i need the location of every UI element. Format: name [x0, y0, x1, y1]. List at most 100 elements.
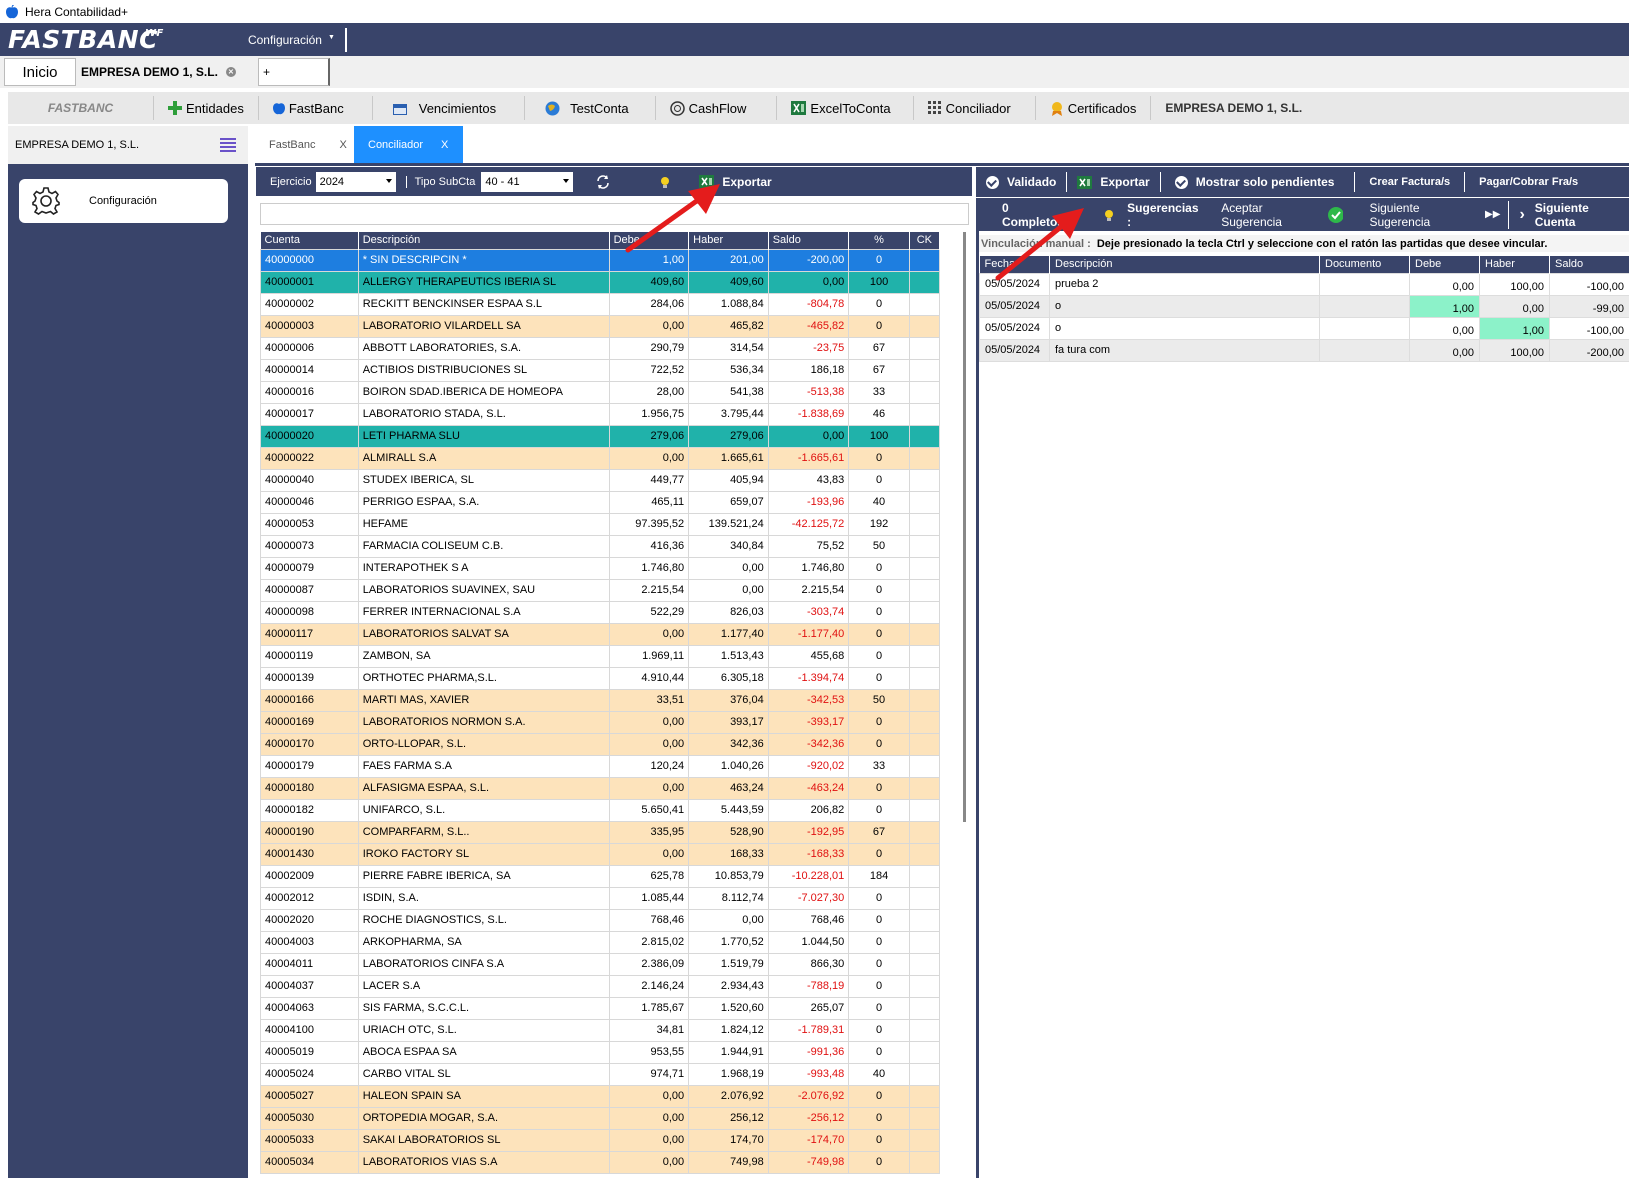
- close-tab-icon[interactable]: ✕: [225, 67, 236, 77]
- close-icon[interactable]: X: [441, 139, 448, 151]
- tipo-subcta-select[interactable]: 40 - 41: [481, 171, 574, 192]
- accept-suggestion-button[interactable]: Aceptar Sugerencia: [1221, 201, 1344, 229]
- col-ck[interactable]: CK: [909, 232, 941, 249]
- table-row[interactable]: 40000053 HEFAME 97.395,52 139.521,24 -42.125…: [260, 512, 941, 536]
- table-row[interactable]: 40005030 ORTOPEDIA MOGAR, S.A. 0,00 256,12-…: [260, 1106, 941, 1130]
- table-row[interactable]: 40000139 ORTHOTEC PHARMA,S.L. 4.910,44 6.30…: [260, 666, 941, 690]
- cell-haber: 5.443,59: [688, 798, 769, 822]
- table-row[interactable]: 40001430 IROKO FACTORY SL 0,00 168,33 -168,3…: [260, 842, 941, 866]
- table-row[interactable]: 40005019 ABOCA ESPAA SA 953,55 1.944,91 -991…: [260, 1040, 941, 1064]
- table-row[interactable]: 05/05/2024 o 0,00 1,00 -100,00: [979, 316, 1629, 340]
- table-row[interactable]: 40000087 LABORATORIOS SUAVINEX, SAU 2.215,…: [260, 578, 941, 602]
- nav-vencimientos[interactable]: Vencimientos: [373, 96, 526, 120]
- configuration-menu[interactable]: Configuración ▼: [248, 27, 347, 52]
- nav-entidades[interactable]: Entidades: [154, 96, 259, 120]
- table-row[interactable]: 40000179 FAES FARMA S.A 120,24 1.040,26 -920…: [260, 754, 941, 778]
- table-row[interactable]: 40000000 * SIN DESCRIPCIN * 1,00 201,00 -200…: [260, 248, 941, 272]
- nav-testconta[interactable]: TestConta: [525, 96, 656, 120]
- table-row[interactable]: 40004037 LACER S.A 2.146,24 2.934,43 -788,19…: [260, 974, 941, 998]
- cell-haber: 0,00: [688, 556, 769, 580]
- table-row[interactable]: 40000001 ALLERGY THERAPEUTICS IBERIA SL 40…: [260, 270, 941, 294]
- tab-inicio[interactable]: Inicio: [4, 58, 76, 86]
- cell-haber: 541,38: [688, 380, 769, 404]
- cell-cuenta: 40000002: [260, 292, 359, 316]
- table-row[interactable]: 40005033 SAKAI LABORATORIOS SL 0,00 174,70-…: [260, 1128, 941, 1152]
- close-icon[interactable]: X: [339, 139, 346, 151]
- pagar-cobrar-button[interactable]: Pagar/Cobrar Fra/s: [1465, 172, 1588, 192]
- table-row[interactable]: 40000003 LABORATORIO VILARDELL SA 0,00 465,…: [260, 314, 941, 338]
- nav-conciliador[interactable]: Conciliador: [914, 96, 1036, 120]
- filter-bar[interactable]: [260, 203, 969, 225]
- col-documento[interactable]: Documento: [1319, 256, 1410, 273]
- table-row[interactable]: 40000017 LABORATORIO STADA, S.L. 1.956,75 3…: [260, 402, 941, 426]
- next-suggestion-button[interactable]: Siguiente Sugerencia ▶▶: [1369, 200, 1510, 229]
- col-saldo[interactable]: Saldo: [768, 232, 850, 249]
- crear-factura-button[interactable]: Crear Factura/s: [1355, 172, 1466, 192]
- tab-fastbanc[interactable]: FastBanc X: [255, 126, 347, 163]
- table-row[interactable]: 40000020 LETI PHARMA SLU 279,06 279,06 0,00 1…: [260, 424, 941, 448]
- col-debe[interactable]: Debe: [1409, 256, 1480, 273]
- table-row[interactable]: 40000002 RECKITT BENCKINSER ESPAA S.L 284,…: [260, 292, 941, 316]
- nav-fastbanc[interactable]: FastBanc: [259, 96, 373, 120]
- window-titlebar: Hera Contabilidad+: [0, 0, 1629, 23]
- table-row[interactable]: 40000098 FERRER INTERNACIONAL S.A 522,29 82…: [260, 600, 941, 624]
- export-entries-button[interactable]: Exportar: [1067, 172, 1161, 192]
- cell-percent: 33: [848, 380, 910, 404]
- table-row[interactable]: 40002009 PIERRE FABRE IBERICA, SA 625,78 10…: [260, 864, 941, 888]
- table-row[interactable]: 40004100 URIACH OTC, S.L. 34,81 1.824,12 -1.…: [260, 1018, 941, 1042]
- table-row[interactable]: 40000006 ABBOTT LABORATORIES, S.A. 290,79 3…: [260, 336, 941, 360]
- table-row[interactable]: 40000073 FARMACIA COLISEUM C.B. 416,36 340,…: [260, 534, 941, 558]
- table-row[interactable]: 40000182 UNIFARCO, S.L. 5.650,41 5.443,59 20…: [260, 798, 941, 822]
- col-haber[interactable]: Haber: [1479, 256, 1550, 273]
- ejercicio-select[interactable]: 2024: [315, 171, 396, 192]
- add-tab-button[interactable]: +: [258, 58, 330, 86]
- table-row[interactable]: 40000119 ZAMBON, SA 1.969,11 1.513,43 455,68…: [260, 644, 941, 668]
- tab-company[interactable]: EMPRESA DEMO 1, S.L. ✕: [76, 58, 257, 86]
- cell-haber: 1.824,12: [688, 1018, 769, 1042]
- table-row[interactable]: 40000170 ORTO-LLOPAR, S.L. 0,00 342,36 -342,…: [260, 732, 941, 756]
- cell-haber: 2.934,43: [688, 974, 769, 998]
- refresh-icon[interactable]: [595, 174, 611, 190]
- cell-debe: 0,00: [608, 314, 690, 338]
- table-row[interactable]: 40000014 ACTIBIOS DISTRIBUCIONES SL 722,52…: [260, 358, 941, 382]
- col-descripcion[interactable]: Descripción: [358, 232, 610, 249]
- table-row[interactable]: 40005024 CARBO VITAL SL 974,71 1.968,19 -993…: [260, 1062, 941, 1086]
- table-row[interactable]: 40000079 INTERAPOTHEK S A 1.746,80 0,00 1.74…: [260, 556, 941, 580]
- tab-conciliador[interactable]: Conciliador X: [354, 126, 463, 163]
- col-saldo[interactable]: Saldo: [1549, 256, 1629, 273]
- col-cuenta[interactable]: Cuenta: [260, 232, 359, 249]
- table-row[interactable]: 40000046 PERRIGO ESPAA, S.A. 465,11 659,07-…: [260, 490, 941, 514]
- cell-haber: 1.177,40: [688, 622, 769, 646]
- table-row[interactable]: 40000022 ALMIRALL S.A 0,00 1.665,61 -1.665,6…: [260, 446, 941, 470]
- table-row[interactable]: 40002020 ROCHE DIAGNOSTICS, S.L. 768,46 0,0…: [260, 908, 941, 932]
- next-account-button[interactable]: › Siguiente Cuenta: [1519, 201, 1629, 229]
- cell-descripcion: ALMIRALL S.A: [357, 446, 610, 470]
- table-row[interactable]: 40005034 LABORATORIOS VIAS S.A 0,00 749,98-…: [260, 1150, 941, 1174]
- list-menu-icon[interactable]: [220, 138, 236, 152]
- table-row[interactable]: 40000190 COMPARFARM, S.L.. 335,95 528,90 -19…: [260, 820, 941, 844]
- table-row[interactable]: 40000180 ALFASIGMA ESPAA, S.L. 0,00 463,24-…: [260, 776, 941, 800]
- table-row[interactable]: 40000040 STUDEX IBERICA, SL 449,77 405,94 43…: [260, 468, 941, 492]
- table-row[interactable]: 05/05/2024 o 1,00 0,00 -99,00: [979, 294, 1629, 318]
- table-row[interactable]: 40004003 ARKOPHARMA, SA 2.815,02 1.770,52 1.…: [260, 930, 941, 954]
- table-row[interactable]: 40000117 LABORATORIOS SALVAT SA 0,00 1.177,…: [260, 622, 941, 646]
- table-row[interactable]: 40005027 HALEON SPAIN SA 0,00 2.076,92 -2.07…: [260, 1084, 941, 1108]
- table-row[interactable]: 40004011 LABORATORIOS CINFA S.A 2.386,09 1.…: [260, 952, 941, 976]
- table-row[interactable]: 40000016 BOIRON SDAD.IBERICA DE HOMEOPA 28…: [260, 380, 941, 404]
- cell-percent: 0: [848, 446, 910, 470]
- table-row[interactable]: 05/05/2024 fa tura com 0,00 100,00 -200,00: [979, 338, 1629, 362]
- configuration-button[interactable]: Configuración: [19, 179, 228, 223]
- table-row[interactable]: 40002012 ISDIN, S.A. 1.085,44 8.112,74 -7.02…: [260, 886, 941, 910]
- nav-exceltoconta[interactable]: ExcelToConta: [777, 96, 914, 120]
- validado-button[interactable]: Validado: [976, 172, 1068, 192]
- col-percent[interactable]: %: [848, 232, 910, 249]
- accounts-scrollbar[interactable]: [963, 232, 966, 822]
- table-row[interactable]: 40004063 SIS FARMA, S.C.C.L. 1.785,67 1.520…: [260, 996, 941, 1020]
- table-row[interactable]: 40000169 LABORATORIOS NORMON S.A. 0,00 393,…: [260, 710, 941, 734]
- table-row[interactable]: 40000166 MARTI MAS, XAVIER 33,51 376,04 -342…: [260, 688, 941, 712]
- nav-cashflow[interactable]: CashFlow: [656, 96, 778, 120]
- nav-certificados[interactable]: Certificados: [1036, 96, 1152, 120]
- show-pending-button[interactable]: Mostrar solo pendientes: [1161, 172, 1356, 192]
- cell-percent: 67: [848, 358, 910, 382]
- cell-descripcion: LABORATORIOS NORMON S.A.: [357, 710, 610, 734]
